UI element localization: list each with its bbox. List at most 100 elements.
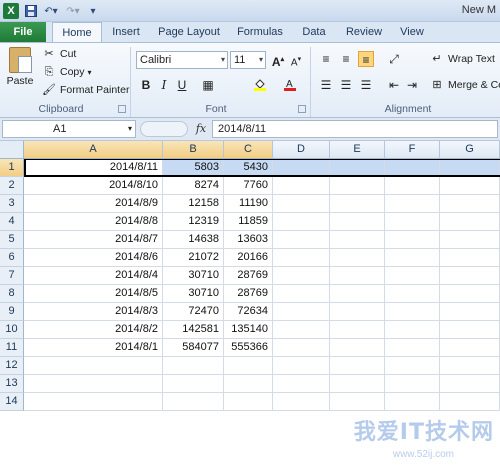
cell-g11[interactable] bbox=[440, 339, 500, 357]
cell-d2[interactable] bbox=[273, 177, 330, 195]
underline-button[interactable]: U bbox=[174, 77, 190, 93]
cell-c14[interactable] bbox=[224, 393, 273, 411]
cell-b12[interactable] bbox=[163, 357, 224, 375]
cell-e5[interactable] bbox=[330, 231, 385, 249]
cell-e11[interactable] bbox=[330, 339, 385, 357]
cell-f8[interactable] bbox=[385, 285, 440, 303]
cell-f1[interactable] bbox=[385, 159, 440, 177]
cell-e9[interactable] bbox=[330, 303, 385, 321]
cell-d6[interactable] bbox=[273, 249, 330, 267]
name-box[interactable]: A1 ▾ bbox=[2, 120, 136, 138]
cell-f7[interactable] bbox=[385, 267, 440, 285]
cell-f11[interactable] bbox=[385, 339, 440, 357]
cell-f2[interactable] bbox=[385, 177, 440, 195]
grow-font-button[interactable]: A▴ bbox=[270, 52, 286, 69]
formula-input[interactable]: 2014/8/11 bbox=[212, 120, 498, 138]
cell-d10[interactable] bbox=[273, 321, 330, 339]
column-header-f[interactable]: F bbox=[385, 141, 440, 159]
align-right-icon[interactable]: ☰ bbox=[358, 77, 374, 93]
cell-g4[interactable] bbox=[440, 213, 500, 231]
excel-app-icon[interactable]: X bbox=[3, 3, 19, 19]
align-bottom-icon[interactable]: ≡ bbox=[358, 51, 374, 67]
cell-e6[interactable] bbox=[330, 249, 385, 267]
cell-d4[interactable] bbox=[273, 213, 330, 231]
cell-e1[interactable] bbox=[330, 159, 385, 177]
cell-c10[interactable]: 135140 bbox=[224, 321, 273, 339]
cell-c4[interactable]: 11859 bbox=[224, 213, 273, 231]
align-left-icon[interactable]: ☰ bbox=[318, 77, 334, 93]
redo-icon[interactable]: ↷▾ bbox=[64, 3, 82, 19]
cell-g9[interactable] bbox=[440, 303, 500, 321]
cell-g13[interactable] bbox=[440, 375, 500, 393]
cell-a3[interactable]: 2014/8/9 bbox=[24, 195, 163, 213]
cell-c2[interactable]: 7760 bbox=[224, 177, 273, 195]
row-header[interactable]: 13 bbox=[0, 375, 24, 393]
undo-icon[interactable]: ↶▾ bbox=[42, 3, 60, 19]
cell-d5[interactable] bbox=[273, 231, 330, 249]
bold-button[interactable]: B bbox=[138, 77, 154, 93]
font-color-icon[interactable]: A bbox=[282, 77, 298, 93]
cell-e3[interactable] bbox=[330, 195, 385, 213]
cell-c12[interactable] bbox=[224, 357, 273, 375]
cell-a10[interactable]: 2014/8/2 bbox=[24, 321, 163, 339]
cell-a7[interactable]: 2014/8/4 bbox=[24, 267, 163, 285]
cell-e8[interactable] bbox=[330, 285, 385, 303]
italic-button[interactable]: I bbox=[156, 77, 172, 93]
cell-f9[interactable] bbox=[385, 303, 440, 321]
clipboard-launcher-icon[interactable] bbox=[118, 105, 126, 113]
column-header-d[interactable]: D bbox=[273, 141, 330, 159]
column-header-a[interactable]: A bbox=[24, 141, 163, 159]
customize-qat-icon[interactable]: ▾ bbox=[88, 3, 98, 19]
row-header[interactable]: 6 bbox=[0, 249, 24, 267]
cell-b9[interactable]: 72470 bbox=[163, 303, 224, 321]
cell-b7[interactable]: 30710 bbox=[163, 267, 224, 285]
cell-b14[interactable] bbox=[163, 393, 224, 411]
cell-g10[interactable] bbox=[440, 321, 500, 339]
cell-c3[interactable]: 11190 bbox=[224, 195, 273, 213]
cut-button[interactable]: ✂ Cut bbox=[42, 47, 76, 61]
cell-f5[interactable] bbox=[385, 231, 440, 249]
align-middle-icon[interactable]: ≡ bbox=[338, 51, 354, 67]
increase-indent-icon[interactable]: ⇥ bbox=[404, 77, 420, 93]
cell-b13[interactable] bbox=[163, 375, 224, 393]
cell-b3[interactable]: 12158 bbox=[163, 195, 224, 213]
cell-d9[interactable] bbox=[273, 303, 330, 321]
cell-b1[interactable]: 5803 bbox=[163, 159, 224, 177]
cell-f12[interactable] bbox=[385, 357, 440, 375]
cell-b4[interactable]: 12319 bbox=[163, 213, 224, 231]
cell-g8[interactable] bbox=[440, 285, 500, 303]
row-header[interactable]: 10 bbox=[0, 321, 24, 339]
tab-view[interactable]: View bbox=[396, 22, 428, 42]
cell-d12[interactable] bbox=[273, 357, 330, 375]
cell-g1[interactable] bbox=[440, 159, 500, 177]
cell-d3[interactable] bbox=[273, 195, 330, 213]
cell-b2[interactable]: 8274 bbox=[163, 177, 224, 195]
row-header[interactable]: 9 bbox=[0, 303, 24, 321]
fill-color-icon[interactable] bbox=[252, 77, 268, 93]
column-header-c[interactable]: C bbox=[224, 141, 273, 159]
shrink-font-button[interactable]: A▾ bbox=[288, 52, 304, 68]
merge-center-button[interactable]: ⊞ Merge & Ce bbox=[430, 78, 500, 92]
cell-g12[interactable] bbox=[440, 357, 500, 375]
row-header[interactable]: 12 bbox=[0, 357, 24, 375]
cell-g6[interactable] bbox=[440, 249, 500, 267]
tab-insert[interactable]: Insert bbox=[108, 22, 144, 42]
tab-home[interactable]: Home bbox=[52, 22, 102, 43]
cell-a9[interactable]: 2014/8/3 bbox=[24, 303, 163, 321]
column-header-b[interactable]: B bbox=[163, 141, 224, 159]
paste-button[interactable]: Paste bbox=[6, 47, 34, 97]
cell-c1[interactable]: 5430 bbox=[224, 159, 273, 177]
cell-c7[interactable]: 28769 bbox=[224, 267, 273, 285]
cell-b8[interactable]: 30710 bbox=[163, 285, 224, 303]
cell-b10[interactable]: 142581 bbox=[163, 321, 224, 339]
cell-e13[interactable] bbox=[330, 375, 385, 393]
cell-g7[interactable] bbox=[440, 267, 500, 285]
cell-f14[interactable] bbox=[385, 393, 440, 411]
cell-d13[interactable] bbox=[273, 375, 330, 393]
column-header-e[interactable]: E bbox=[330, 141, 385, 159]
tab-data[interactable]: Data bbox=[298, 22, 330, 42]
row-header[interactable]: 5 bbox=[0, 231, 24, 249]
cell-e4[interactable] bbox=[330, 213, 385, 231]
format-painter-button[interactable]: 🖌 Format Painter bbox=[42, 83, 129, 97]
font-launcher-icon[interactable] bbox=[298, 105, 306, 113]
